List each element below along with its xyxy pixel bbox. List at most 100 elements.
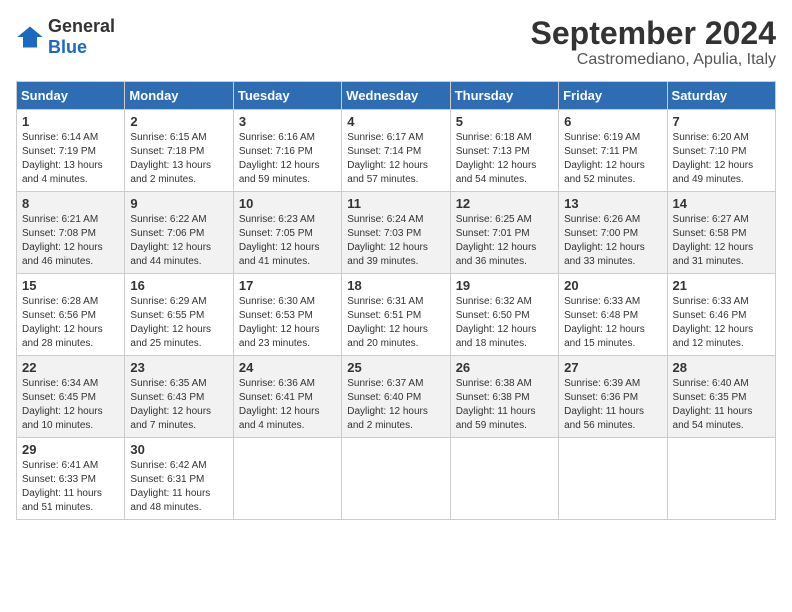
calendar-day-cell: 4 Sunrise: 6:17 AMSunset: 7:14 PMDayligh… <box>342 110 450 192</box>
day-info: Sunrise: 6:29 AMSunset: 6:55 PMDaylight:… <box>130 296 211 349</box>
day-number: 26 <box>456 360 553 375</box>
day-info: Sunrise: 6:19 AMSunset: 7:11 PMDaylight:… <box>564 132 645 185</box>
calendar-day-cell: 13 Sunrise: 6:26 AMSunset: 7:00 PMDaylig… <box>559 192 667 274</box>
day-info: Sunrise: 6:30 AMSunset: 6:53 PMDaylight:… <box>239 296 320 349</box>
header-saturday: Saturday <box>667 82 775 110</box>
calendar-day-cell: 19 Sunrise: 6:32 AMSunset: 6:50 PMDaylig… <box>450 274 558 356</box>
calendar-day-cell <box>233 438 341 520</box>
calendar-day-cell: 20 Sunrise: 6:33 AMSunset: 6:48 PMDaylig… <box>559 274 667 356</box>
day-number: 25 <box>347 360 444 375</box>
calendar-day-cell: 15 Sunrise: 6:28 AMSunset: 6:56 PMDaylig… <box>17 274 125 356</box>
day-info: Sunrise: 6:33 AMSunset: 6:48 PMDaylight:… <box>564 296 645 349</box>
day-number: 8 <box>22 196 119 211</box>
header-tuesday: Tuesday <box>233 82 341 110</box>
day-info: Sunrise: 6:38 AMSunset: 6:38 PMDaylight:… <box>456 378 536 431</box>
day-info: Sunrise: 6:25 AMSunset: 7:01 PMDaylight:… <box>456 214 537 267</box>
calendar-day-cell: 6 Sunrise: 6:19 AMSunset: 7:11 PMDayligh… <box>559 110 667 192</box>
day-info: Sunrise: 6:34 AMSunset: 6:45 PMDaylight:… <box>22 378 103 431</box>
location-title: Castromediano, Apulia, Italy <box>531 51 776 69</box>
day-info: Sunrise: 6:26 AMSunset: 7:00 PMDaylight:… <box>564 214 645 267</box>
day-info: Sunrise: 6:16 AMSunset: 7:16 PMDaylight:… <box>239 132 320 185</box>
day-number: 20 <box>564 278 661 293</box>
header-wednesday: Wednesday <box>342 82 450 110</box>
calendar-day-cell: 18 Sunrise: 6:31 AMSunset: 6:51 PMDaylig… <box>342 274 450 356</box>
day-info: Sunrise: 6:28 AMSunset: 6:56 PMDaylight:… <box>22 296 103 349</box>
logo: General Blue <box>16 16 115 58</box>
day-number: 27 <box>564 360 661 375</box>
day-info: Sunrise: 6:18 AMSunset: 7:13 PMDaylight:… <box>456 132 537 185</box>
day-number: 24 <box>239 360 336 375</box>
calendar-day-cell: 27 Sunrise: 6:39 AMSunset: 6:36 PMDaylig… <box>559 356 667 438</box>
calendar-day-cell: 22 Sunrise: 6:34 AMSunset: 6:45 PMDaylig… <box>17 356 125 438</box>
calendar-week-row: 8 Sunrise: 6:21 AMSunset: 7:08 PMDayligh… <box>17 192 776 274</box>
title-area: September 2024 Castromediano, Apulia, It… <box>531 16 776 69</box>
logo-text: General Blue <box>48 16 115 58</box>
calendar-day-cell: 14 Sunrise: 6:27 AMSunset: 6:58 PMDaylig… <box>667 192 775 274</box>
calendar-day-cell: 25 Sunrise: 6:37 AMSunset: 6:40 PMDaylig… <box>342 356 450 438</box>
calendar-day-cell: 8 Sunrise: 6:21 AMSunset: 7:08 PMDayligh… <box>17 192 125 274</box>
calendar-day-cell: 2 Sunrise: 6:15 AMSunset: 7:18 PMDayligh… <box>125 110 233 192</box>
day-info: Sunrise: 6:37 AMSunset: 6:40 PMDaylight:… <box>347 378 428 431</box>
day-number: 4 <box>347 114 444 129</box>
calendar-table: Sunday Monday Tuesday Wednesday Thursday… <box>16 81 776 520</box>
calendar-day-cell: 11 Sunrise: 6:24 AMSunset: 7:03 PMDaylig… <box>342 192 450 274</box>
calendar-day-cell: 17 Sunrise: 6:30 AMSunset: 6:53 PMDaylig… <box>233 274 341 356</box>
calendar-day-cell <box>342 438 450 520</box>
day-info: Sunrise: 6:36 AMSunset: 6:41 PMDaylight:… <box>239 378 320 431</box>
logo-blue: Blue <box>48 37 87 57</box>
weekday-header-row: Sunday Monday Tuesday Wednesday Thursday… <box>17 82 776 110</box>
day-info: Sunrise: 6:41 AMSunset: 6:33 PMDaylight:… <box>22 460 102 513</box>
calendar-day-cell: 23 Sunrise: 6:35 AMSunset: 6:43 PMDaylig… <box>125 356 233 438</box>
page-header: General Blue September 2024 Castromedian… <box>16 16 776 69</box>
day-number: 3 <box>239 114 336 129</box>
day-info: Sunrise: 6:21 AMSunset: 7:08 PMDaylight:… <box>22 214 103 267</box>
day-number: 1 <box>22 114 119 129</box>
calendar-day-cell: 9 Sunrise: 6:22 AMSunset: 7:06 PMDayligh… <box>125 192 233 274</box>
day-number: 12 <box>456 196 553 211</box>
calendar-day-cell: 29 Sunrise: 6:41 AMSunset: 6:33 PMDaylig… <box>17 438 125 520</box>
calendar-day-cell <box>559 438 667 520</box>
calendar-day-cell: 5 Sunrise: 6:18 AMSunset: 7:13 PMDayligh… <box>450 110 558 192</box>
calendar-day-cell: 21 Sunrise: 6:33 AMSunset: 6:46 PMDaylig… <box>667 274 775 356</box>
calendar-day-cell: 12 Sunrise: 6:25 AMSunset: 7:01 PMDaylig… <box>450 192 558 274</box>
calendar-day-cell: 28 Sunrise: 6:40 AMSunset: 6:35 PMDaylig… <box>667 356 775 438</box>
calendar-day-cell: 16 Sunrise: 6:29 AMSunset: 6:55 PMDaylig… <box>125 274 233 356</box>
day-number: 28 <box>673 360 770 375</box>
day-info: Sunrise: 6:14 AMSunset: 7:19 PMDaylight:… <box>22 132 103 185</box>
logo-general: General <box>48 16 115 36</box>
day-number: 6 <box>564 114 661 129</box>
day-info: Sunrise: 6:40 AMSunset: 6:35 PMDaylight:… <box>673 378 753 431</box>
day-number: 15 <box>22 278 119 293</box>
day-number: 30 <box>130 442 227 457</box>
day-info: Sunrise: 6:15 AMSunset: 7:18 PMDaylight:… <box>130 132 211 185</box>
day-number: 5 <box>456 114 553 129</box>
day-number: 16 <box>130 278 227 293</box>
calendar-week-row: 29 Sunrise: 6:41 AMSunset: 6:33 PMDaylig… <box>17 438 776 520</box>
month-title: September 2024 <box>531 16 776 51</box>
calendar-day-cell: 24 Sunrise: 6:36 AMSunset: 6:41 PMDaylig… <box>233 356 341 438</box>
day-info: Sunrise: 6:20 AMSunset: 7:10 PMDaylight:… <box>673 132 754 185</box>
day-info: Sunrise: 6:33 AMSunset: 6:46 PMDaylight:… <box>673 296 754 349</box>
calendar-day-cell <box>450 438 558 520</box>
day-number: 29 <box>22 442 119 457</box>
day-info: Sunrise: 6:42 AMSunset: 6:31 PMDaylight:… <box>130 460 210 513</box>
calendar-week-row: 15 Sunrise: 6:28 AMSunset: 6:56 PMDaylig… <box>17 274 776 356</box>
calendar-day-cell: 10 Sunrise: 6:23 AMSunset: 7:05 PMDaylig… <box>233 192 341 274</box>
day-info: Sunrise: 6:32 AMSunset: 6:50 PMDaylight:… <box>456 296 537 349</box>
calendar-day-cell <box>667 438 775 520</box>
calendar-day-cell: 30 Sunrise: 6:42 AMSunset: 6:31 PMDaylig… <box>125 438 233 520</box>
day-number: 14 <box>673 196 770 211</box>
header-sunday: Sunday <box>17 82 125 110</box>
day-number: 10 <box>239 196 336 211</box>
day-number: 7 <box>673 114 770 129</box>
calendar-week-row: 22 Sunrise: 6:34 AMSunset: 6:45 PMDaylig… <box>17 356 776 438</box>
day-number: 22 <box>22 360 119 375</box>
day-info: Sunrise: 6:23 AMSunset: 7:05 PMDaylight:… <box>239 214 320 267</box>
calendar-day-cell: 7 Sunrise: 6:20 AMSunset: 7:10 PMDayligh… <box>667 110 775 192</box>
header-thursday: Thursday <box>450 82 558 110</box>
day-info: Sunrise: 6:39 AMSunset: 6:36 PMDaylight:… <box>564 378 644 431</box>
header-friday: Friday <box>559 82 667 110</box>
day-number: 21 <box>673 278 770 293</box>
day-info: Sunrise: 6:22 AMSunset: 7:06 PMDaylight:… <box>130 214 211 267</box>
day-info: Sunrise: 6:17 AMSunset: 7:14 PMDaylight:… <box>347 132 428 185</box>
